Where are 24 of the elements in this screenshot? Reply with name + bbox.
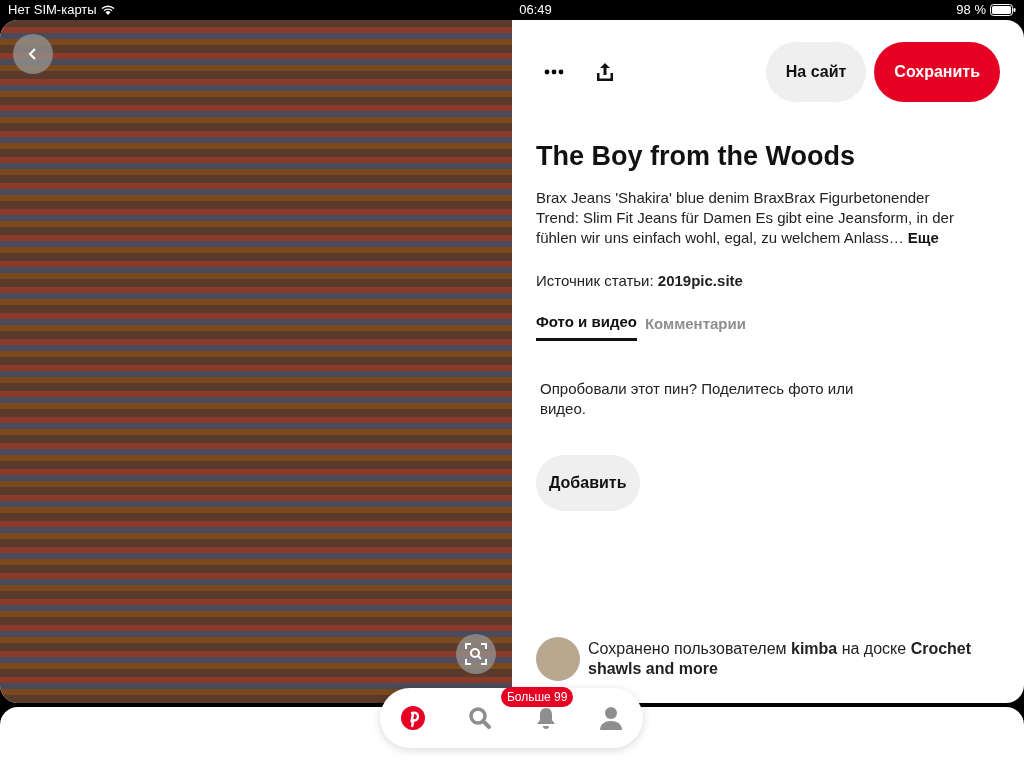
save-button[interactable]: Сохранить: [874, 42, 1000, 102]
visit-site-button[interactable]: На сайт: [765, 42, 867, 102]
pin-description: Brax Jeans 'Shakira' blue denim BraxBrax Figurbetonender Trend: Slim Fit Jeans für Damen Es gibt eine Jeansform, in der fühlen wir uns einfach wohl, egal, zu welchem Anlass… Еще: [536, 188, 955, 249]
chevron-left-icon: [27, 47, 39, 61]
share-icon[interactable]: [596, 62, 614, 82]
wifi-icon: [100, 4, 115, 16]
search-icon[interactable]: [468, 706, 493, 730]
more-icon[interactable]: [544, 69, 564, 75]
person-icon[interactable]: [599, 706, 622, 730]
tab[interactable]: Фото и видео: [536, 311, 637, 341]
notification-badge: Больше 99: [500, 687, 574, 707]
source-text: Источник статьи: 2019pic.site: [536, 271, 744, 292]
carrier-label: Нет SIM-карты: [8, 1, 97, 20]
battery-label: 98 %: [956, 1, 986, 20]
saved-by-text: Сохранено пользователем kimba на доске Crochet shawls and more: [588, 639, 973, 679]
prompt-text: Опробовали этот пин? Поделитесь фото или видео.: [540, 378, 855, 419]
pin-title: The Boy from the Woods: [536, 140, 856, 173]
battery-icon: [990, 4, 1016, 16]
bell-icon[interactable]: [534, 706, 557, 730]
pinterest-logo-icon[interactable]: [401, 706, 426, 730]
more-link[interactable]: Еще: [907, 229, 939, 247]
add-button[interactable]: Добавить: [536, 454, 640, 511]
scan-icon: [464, 642, 488, 666]
time-label: 06:49: [518, 1, 553, 20]
